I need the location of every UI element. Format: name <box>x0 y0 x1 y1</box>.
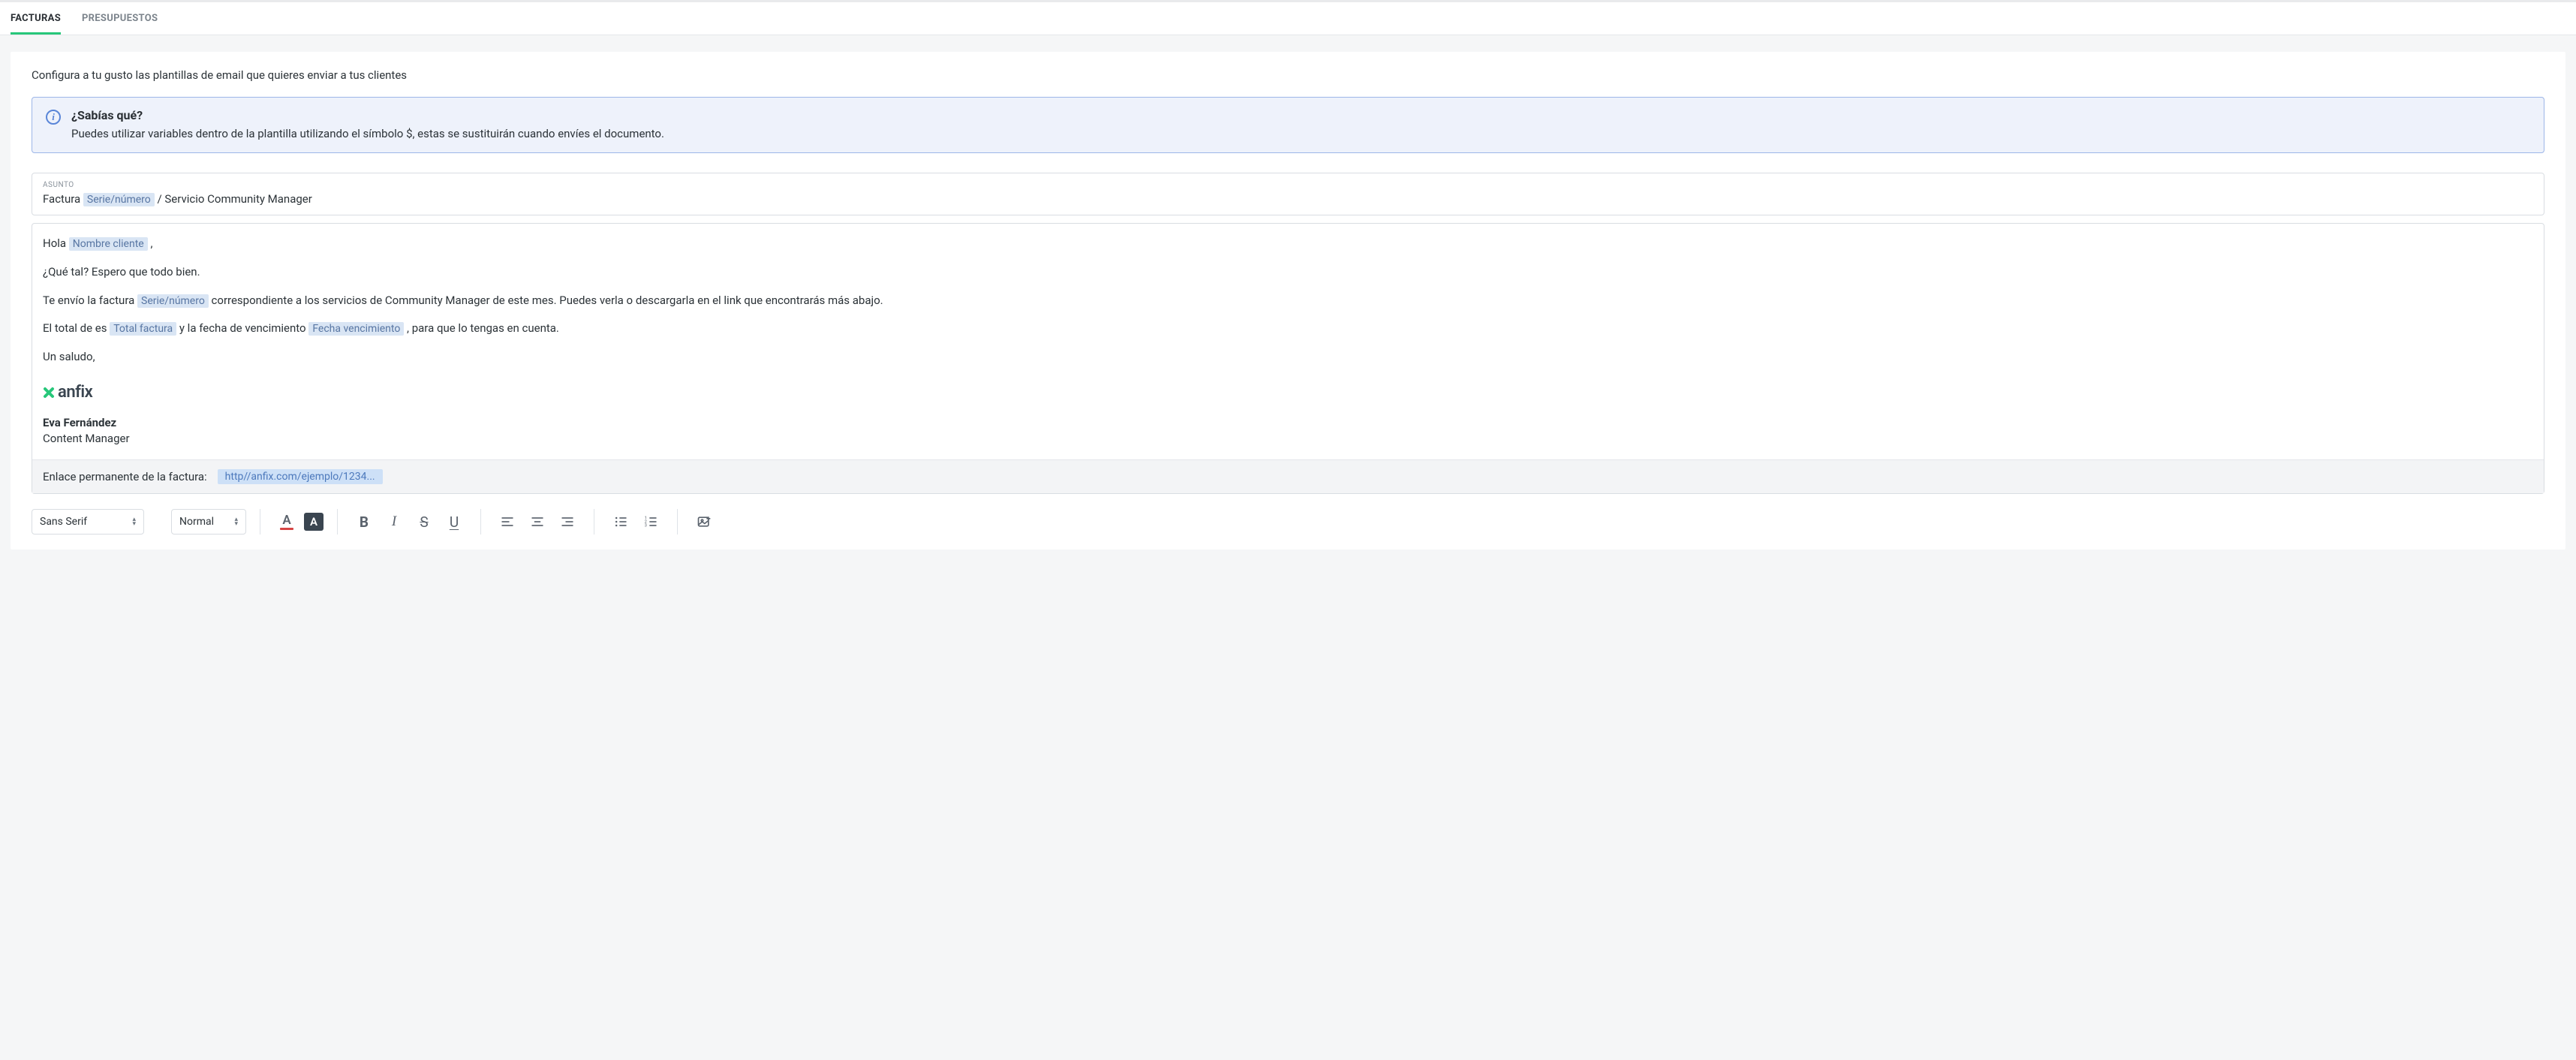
email-body-editor[interactable]: Hola Nombre cliente , ¿Qué tal? Espero q… <box>32 223 2544 494</box>
body-greeting: Hola Nombre cliente , <box>43 236 2533 252</box>
variable-serie-numero: Serie/número <box>83 193 155 206</box>
align-left-button[interactable] <box>495 509 520 535</box>
chevron-updown-icon: ▴▾ <box>234 517 238 526</box>
underline-button[interactable]: U <box>441 509 467 535</box>
svg-text:3: 3 <box>645 524 647 528</box>
permalink-label: Enlace permanente de la factura: <box>43 470 207 483</box>
body-line3: Te envío la factura Serie/número corresp… <box>43 293 2533 309</box>
info-banner: i ¿Sabías qué? Puedes utilizar variables… <box>32 97 2544 153</box>
subject-value: Factura Serie/número / Servicio Communit… <box>43 192 2533 206</box>
bullet-list-button[interactable] <box>608 509 633 535</box>
bold-button[interactable]: B <box>351 509 377 535</box>
align-right-button[interactable] <box>555 509 580 535</box>
template-card: Configura a tu gusto las plantillas de e… <box>11 52 2565 550</box>
highlight-color-button[interactable]: A <box>304 513 324 531</box>
font-size-select[interactable]: Normal ▴▾ <box>171 509 246 535</box>
body-line4: El total de es Total factura y la fecha … <box>43 321 2533 337</box>
font-family-select[interactable]: Sans Serif ▴▾ <box>32 509 144 535</box>
insert-image-button[interactable] <box>691 509 717 535</box>
subject-label: ASUNTO <box>43 181 2533 189</box>
intro-text: Configura a tu gusto las plantillas de e… <box>32 68 2544 82</box>
logo-text: anfix <box>58 381 92 405</box>
signature-role: Content Manager <box>43 431 2533 447</box>
numbered-list-button[interactable]: 123 <box>638 509 664 535</box>
align-center-button[interactable] <box>525 509 550 535</box>
company-logo: anfix <box>43 381 2533 405</box>
variable-serie-numero-body: Serie/número <box>137 294 209 308</box>
permalink-url[interactable]: http//anfix.com/ejemplo/1234... <box>218 469 383 484</box>
subject-field[interactable]: ASUNTO Factura Serie/número / Servicio C… <box>32 173 2544 215</box>
permalink-bar: Enlace permanente de la factura: http//a… <box>32 459 2544 493</box>
tab-facturas[interactable]: FACTURAS <box>11 2 61 35</box>
logo-mark-icon <box>43 387 55 399</box>
variable-total-factura: Total factura <box>110 322 176 336</box>
chevron-updown-icon: ▴▾ <box>132 517 136 526</box>
body-line2: ¿Qué tal? Espero que todo bien. <box>43 264 2533 281</box>
info-text: Puedes utilizar variables dentro de la p… <box>71 127 664 140</box>
signature-name: Eva Fernández <box>43 415 2533 432</box>
tab-presupuestos[interactable]: PRESUPUESTOS <box>82 2 158 35</box>
tabs-row: FACTURAS PRESUPUESTOS <box>0 2 2576 35</box>
variable-fecha-vencimiento: Fecha vencimiento <box>308 322 404 336</box>
info-title: ¿Sabías qué? <box>71 108 664 122</box>
body-signoff: Un saludo, <box>43 349 2533 366</box>
strikethrough-button[interactable]: S <box>411 509 437 535</box>
italic-button[interactable]: I <box>381 509 407 535</box>
info-icon: i <box>46 110 61 125</box>
variable-nombre-cliente: Nombre cliente <box>69 237 148 251</box>
editor-toolbar: Sans Serif ▴▾ Normal ▴▾ A A <box>32 507 2544 536</box>
text-color-button[interactable]: A <box>274 509 299 535</box>
